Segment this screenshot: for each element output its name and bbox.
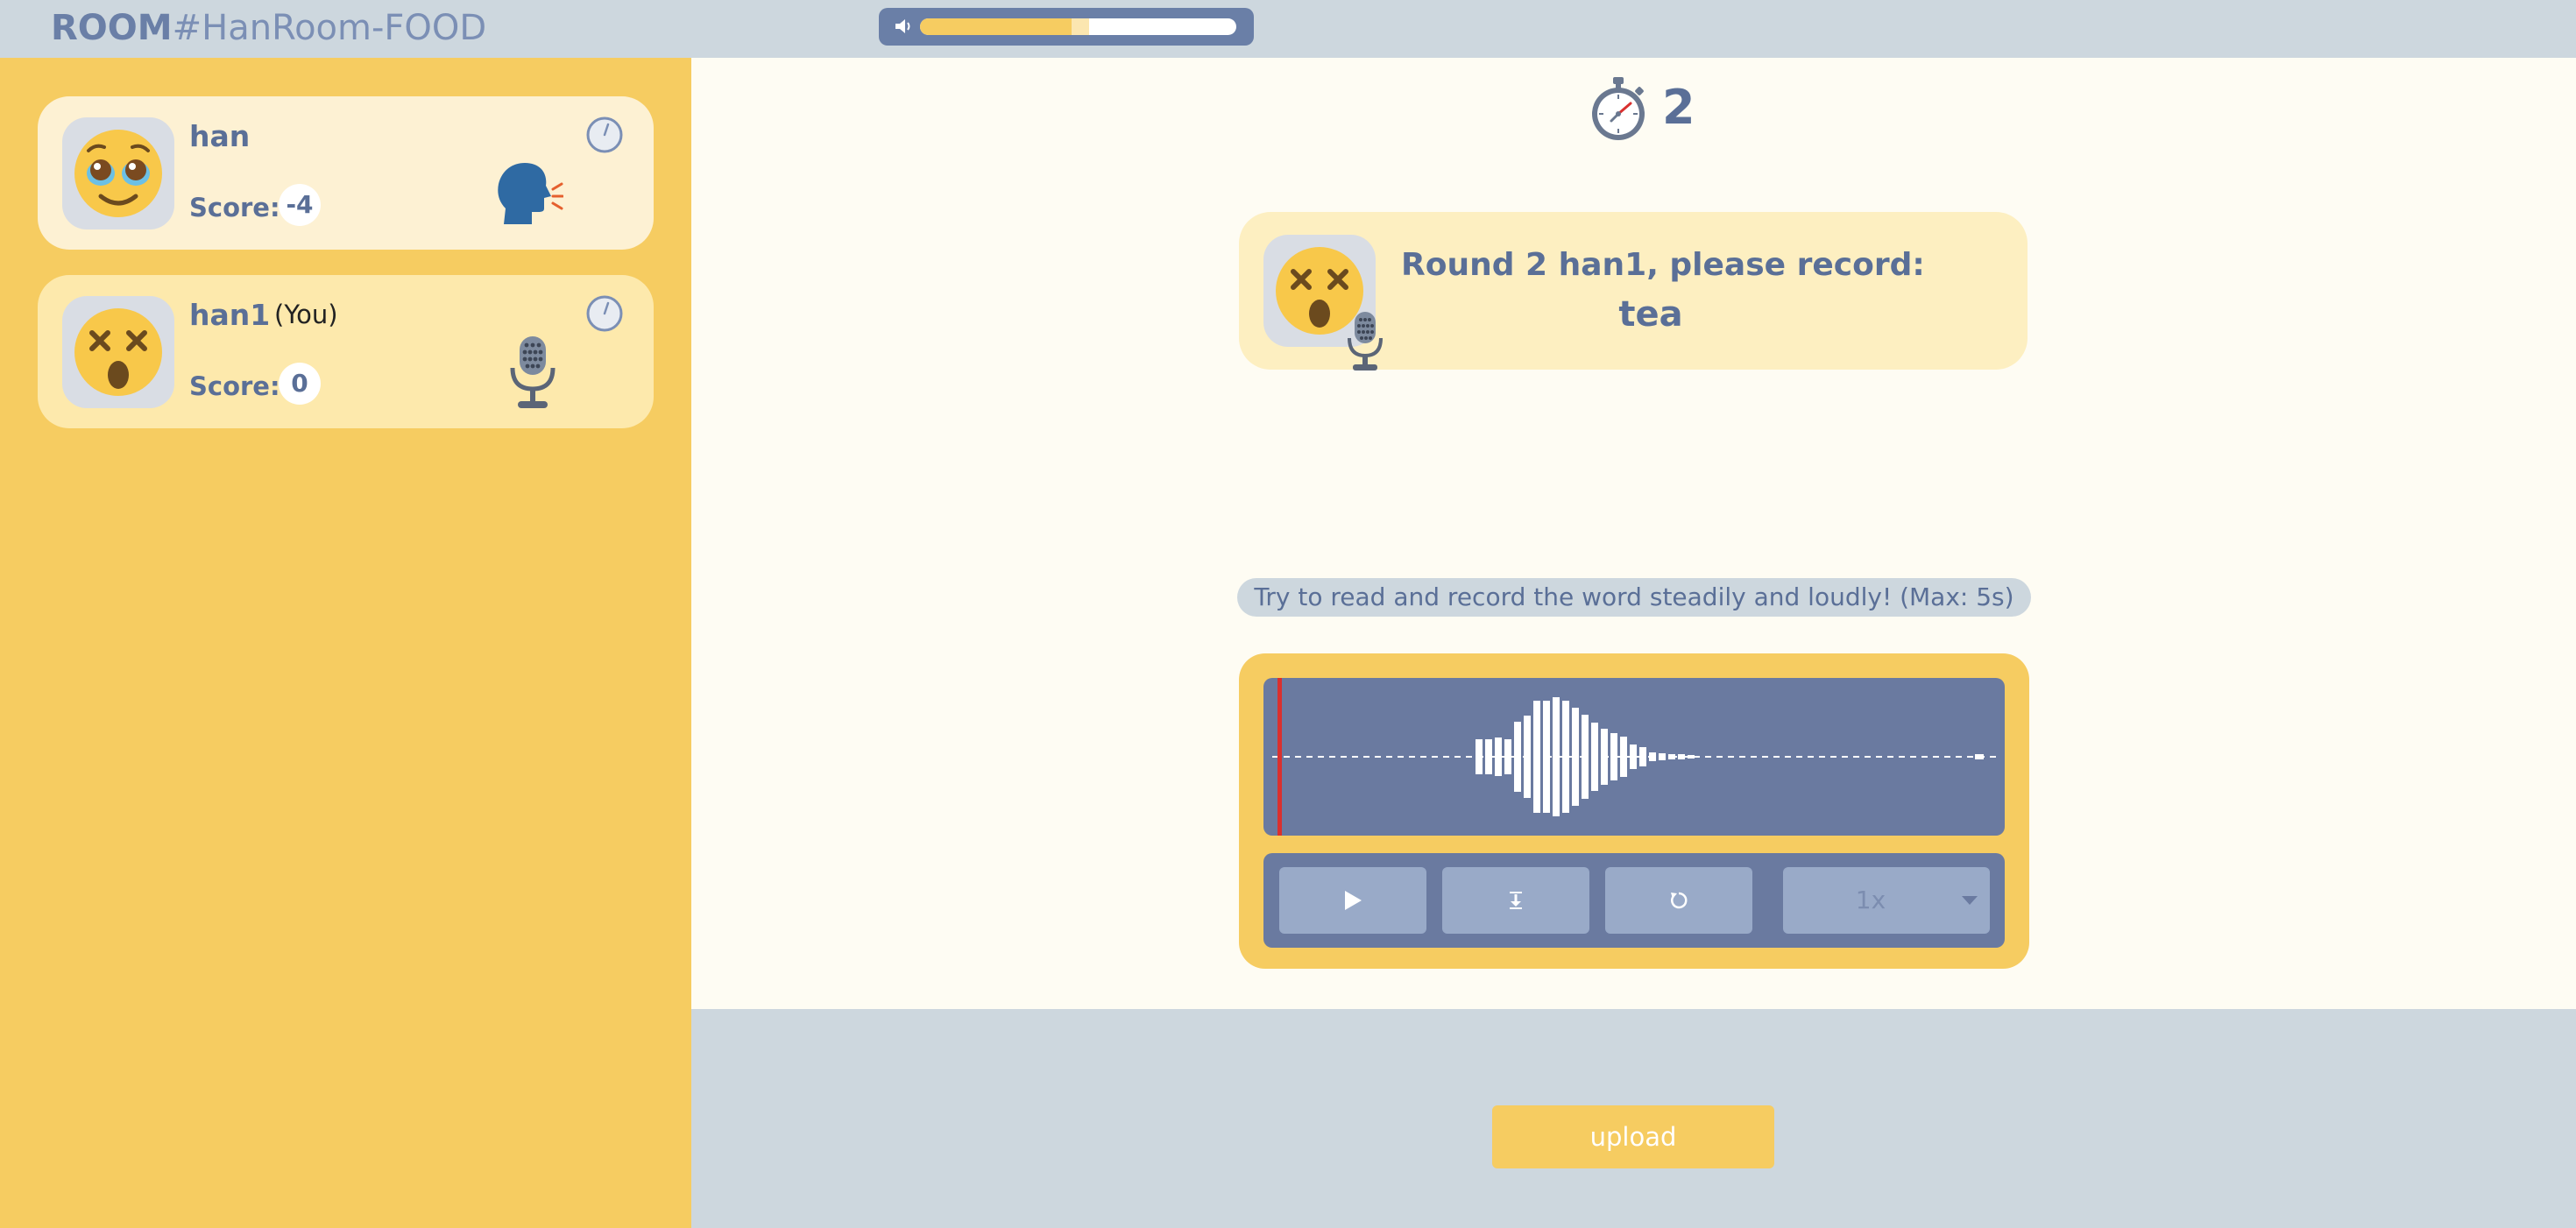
recording-hint: Try to read and record the word steadily… [1237,578,2031,617]
waveform-bar [1543,701,1550,813]
score-value: 0 [279,363,321,405]
you-label: (You) [274,300,338,329]
play-icon [1345,891,1362,910]
player-name: han1 [189,298,271,332]
waveform-bar [1688,755,1695,759]
waveform-bar [1524,716,1531,798]
prompt-card: Round 2 han1, please record: tea [1239,212,2028,371]
volume-slider[interactable] [879,8,1254,46]
header: ROOM#HanRoom-FOOD [0,0,2576,58]
microphone-icon [1348,312,1383,371]
download-button[interactable] [1442,867,1589,934]
score-label: Score: [189,371,280,401]
reset-button[interactable] [1605,867,1752,934]
speaking-head-icon [498,163,563,224]
waveform-bar [1495,738,1502,776]
playback-controls: 1x [1263,853,2005,948]
volume-track[interactable] [920,18,1236,35]
recorder-panel: 1x [1239,653,2029,969]
waveform-bar [1572,708,1579,806]
round-prompt: Round 2 han1, please record: [1401,247,1925,283]
room-name: #HanRoom-FOOD [172,8,487,48]
volume-fill [920,18,1072,35]
playhead[interactable] [1277,678,1282,836]
waveform-bar [1678,754,1685,759]
waveform-end-marker [1975,754,1984,759]
waveform-bar [1639,747,1646,766]
playback-speed-select[interactable]: 1x [1783,867,1990,934]
waveform-bar [1601,729,1608,785]
player-card: han Score: -4 [38,96,654,250]
round-count: 2 [1662,80,1695,135]
upload-button[interactable]: upload [1492,1105,1774,1168]
waveform-bar [1659,753,1666,760]
player-card: han1 (You) Score: 0 [38,275,654,428]
clock-icon [586,116,623,153]
stopwatch-icon [1592,77,1645,140]
player-avatar [62,296,174,408]
chevron-down-icon [1962,896,1978,905]
waveform-bar [1582,715,1589,799]
player-sidebar: han Score: -4 han1 (You) Score: 0 [0,58,691,1228]
room-title: ROOM#HanRoom-FOOD [51,5,486,51]
score-value: -4 [279,184,321,226]
microphone-icon [510,336,556,408]
playback-speed-value: 1x [1855,886,1886,914]
reset-icon [1671,892,1688,909]
waveform-bar [1620,737,1627,777]
download-icon [1510,892,1522,909]
volume-thumb[interactable] [1072,18,1089,35]
waveform-bar [1533,701,1540,813]
waveform[interactable] [1263,678,2005,836]
waveform-bar [1649,752,1656,761]
pleading-face-icon [74,130,162,217]
clock-icon [586,295,623,332]
waveform-bar [1562,701,1569,813]
waveform-bar [1630,745,1637,769]
waveform-graph [1272,678,1996,836]
play-button[interactable] [1279,867,1426,934]
speaker-icon [895,19,910,33]
player-avatar [62,117,174,229]
room-label: ROOM [51,8,173,48]
waveform-bar [1553,697,1560,816]
game-main: 2 Round 2 han1, please record: tea Try t… [691,58,2576,1009]
waveform-bar [1476,739,1483,774]
target-word: tea [1618,294,1683,335]
waveform-bar [1668,754,1675,759]
waveform-bar [1504,739,1511,774]
waveform-bar [1591,723,1598,791]
waveform-bar [1485,739,1492,774]
waveform-bar [1514,722,1521,792]
player-name: han [189,119,251,153]
waveform-bar [1610,733,1617,780]
dizzy-face-icon [74,308,162,396]
score-label: Score: [189,193,280,222]
